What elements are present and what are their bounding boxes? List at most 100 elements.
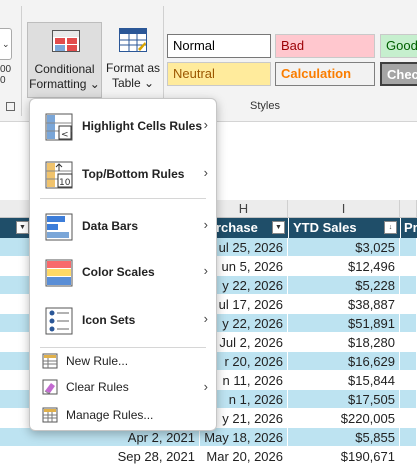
style-neutral-label: Neutral: [173, 66, 215, 81]
menu-item-icon-sets[interactable]: Icon Sets ›: [30, 297, 216, 345]
cell-next[interactable]: [400, 447, 417, 466]
menu-item-highlight-cells-rules[interactable]: < Highlight Cells Rules ›: [30, 103, 216, 151]
submenu-arrow-icon: ›: [203, 117, 208, 132]
cell-next[interactable]: [400, 295, 417, 314]
style-neutral[interactable]: Neutral: [167, 62, 271, 86]
menu-item-new-rule[interactable]: New Rule...: [30, 347, 216, 375]
cell-next[interactable]: [400, 314, 417, 333]
cell-a[interactable]: Sep 28, 2021: [0, 447, 200, 466]
sort-filter-dropdown-icon[interactable]: ↓: [384, 221, 397, 234]
group-separator: [21, 6, 22, 116]
style-calculation-label: Calculation: [281, 66, 352, 81]
menu-item-clear-rules[interactable]: Clear Rules ›: [30, 373, 216, 401]
menu-item-label: Clear Rules: [66, 380, 129, 394]
style-good[interactable]: Good: [380, 34, 417, 58]
cell-ytd-sales[interactable]: $12,496: [288, 257, 400, 276]
manage-rules-icon: [42, 407, 58, 423]
decimal-label-bottom: 0: [0, 75, 6, 86]
styles-group-label: Styles: [250, 100, 280, 112]
svg-text:<: <: [61, 130, 69, 140]
submenu-arrow-icon: ›: [203, 217, 208, 232]
cell-next[interactable]: [400, 333, 417, 352]
ft-label-line2: Table ⌄: [111, 76, 155, 90]
cell-next[interactable]: [400, 238, 417, 257]
cell-ytd-sales[interactable]: $220,005: [288, 409, 400, 428]
new-rule-icon: [42, 353, 58, 369]
style-normal[interactable]: Normal: [167, 34, 271, 58]
menu-item-data-bars[interactable]: Data Bars ›: [30, 203, 216, 251]
top-bottom-icon: 10: [45, 161, 73, 189]
cell-ytd-sales[interactable]: $3,025: [288, 238, 400, 257]
decimal-buttons-fragment[interactable]: 00 0: [0, 64, 11, 86]
menu-item-label: Top/Bottom Rules: [82, 167, 185, 181]
cell-ytd-sales[interactable]: $17,505: [288, 390, 400, 409]
menu-item-label: Data Bars: [82, 219, 139, 233]
cell-ytd-sales[interactable]: $5,228: [288, 276, 400, 295]
cell-ytd-sales[interactable]: $5,855: [288, 428, 400, 447]
submenu-arrow-icon: ›: [203, 311, 208, 326]
cell-next[interactable]: [400, 371, 417, 390]
filter-dropdown-icon[interactable]: ▼: [272, 221, 285, 234]
style-check[interactable]: Check: [380, 62, 417, 86]
cell-ytd-sales[interactable]: $16,629: [288, 352, 400, 371]
cell-purchase[interactable]: May 18, 2026: [200, 428, 288, 447]
table-header-ytd-sales[interactable]: YTD Sales ↓: [288, 218, 400, 238]
format-as-table-label: Format as Table ⌄: [104, 61, 162, 91]
cell-ytd-sales[interactable]: $51,891: [288, 314, 400, 333]
color-scales-icon: [45, 259, 73, 287]
menu-item-label: Highlight Cells Rules: [82, 119, 203, 133]
cf-label-line1: Conditional: [34, 62, 95, 76]
svg-text:10: 10: [59, 178, 71, 188]
conditional-formatting-label: Conditional Formatting ⌄: [28, 62, 101, 92]
decimal-label-top: 00: [0, 64, 12, 75]
cell-ytd-sales[interactable]: $15,844: [288, 371, 400, 390]
style-bad-label: Bad: [281, 38, 305, 53]
menu-separator: [40, 198, 206, 199]
cf-label-line2: Formatting ⌄: [29, 77, 100, 91]
style-good-label: Good: [386, 38, 417, 53]
data-bars-icon: [45, 213, 73, 241]
cell-next[interactable]: [400, 352, 417, 371]
filter-dropdown-icon[interactable]: ▼: [16, 221, 29, 234]
menu-item-label: Icon Sets: [82, 313, 136, 327]
menu-item-manage-rules[interactable]: Manage Rules...: [30, 401, 216, 429]
submenu-arrow-icon: ›: [203, 263, 208, 278]
conditional-formatting-icon: [52, 30, 80, 52]
cell-ytd-sales[interactable]: $38,887: [288, 295, 400, 314]
menu-item-label: Manage Rules...: [66, 408, 154, 422]
conditional-formatting-menu: < Highlight Cells Rules › 10 Top/Bottom Rule…: [29, 98, 217, 431]
number-dialog-launcher-icon[interactable]: [6, 102, 15, 111]
number-format-dropdown[interactable]: ⌄: [0, 28, 12, 60]
cell-next[interactable]: [400, 276, 417, 295]
chevron-down-icon: ⌄: [2, 39, 10, 49]
submenu-arrow-icon: ›: [203, 379, 208, 394]
cell-ytd-sales[interactable]: $18,280: [288, 333, 400, 352]
table-header-next[interactable]: Pr: [400, 218, 417, 238]
cell-next[interactable]: [400, 257, 417, 276]
column-header-j[interactable]: [400, 200, 417, 218]
cell-purchase[interactable]: Mar 20, 2026: [200, 447, 288, 466]
table-header-ytd-sales-label: YTD Sales: [293, 220, 357, 235]
cell-next[interactable]: [400, 409, 417, 428]
submenu-arrow-icon: ›: [203, 165, 208, 180]
style-bad[interactable]: Bad: [275, 34, 375, 58]
menu-item-label: New Rule...: [66, 354, 129, 368]
ft-label-line1: Format as: [105, 61, 160, 75]
style-normal-label: Normal: [173, 38, 215, 53]
menu-item-color-scales[interactable]: Color Scales ›: [30, 249, 216, 297]
menu-item-top-bottom-rules[interactable]: 10 Top/Bottom Rules ›: [30, 151, 216, 199]
cell-ytd-sales[interactable]: $190,671: [288, 447, 400, 466]
format-as-table-icon: [119, 28, 147, 52]
icon-sets-icon: [45, 307, 73, 335]
highlight-cells-icon: <: [45, 113, 73, 141]
style-calculation[interactable]: Calculation: [275, 62, 375, 86]
conditional-formatting-button[interactable]: Conditional Formatting ⌄: [27, 22, 102, 98]
clear-rules-icon: [42, 379, 58, 395]
style-check-label: Check: [387, 67, 417, 82]
cell-next[interactable]: [400, 428, 417, 447]
table-header-a[interactable]: ▼: [0, 218, 30, 238]
cell-next[interactable]: [400, 390, 417, 409]
column-header-i[interactable]: I: [288, 200, 400, 218]
table-row[interactable]: Sep 28, 2021 Mar 20, 2026 $190,671: [0, 447, 417, 466]
menu-item-label: Color Scales: [82, 265, 155, 279]
